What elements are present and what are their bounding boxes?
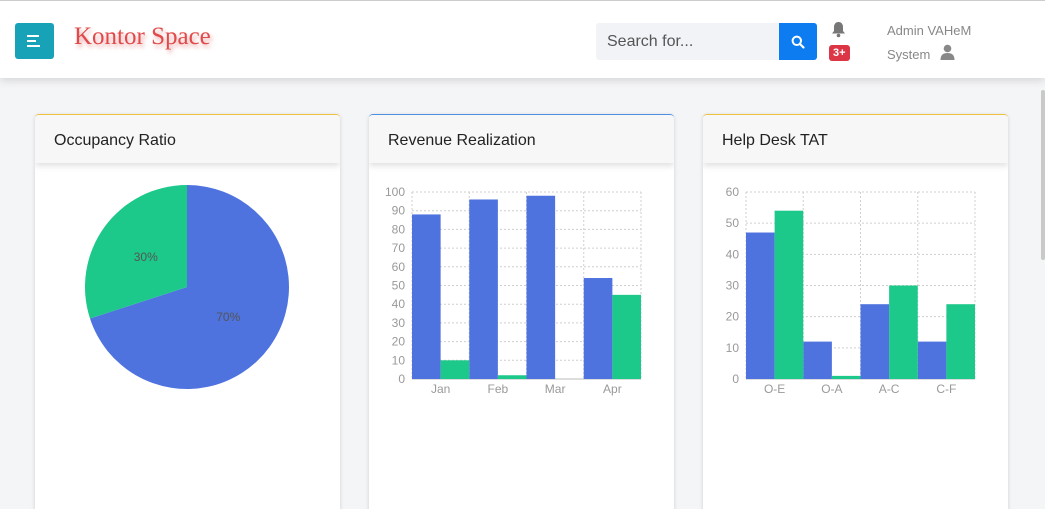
card-header: Help Desk TAT bbox=[703, 115, 1008, 163]
card-title: Revenue Realization bbox=[388, 132, 536, 149]
y-tick-label: 50 bbox=[392, 279, 406, 293]
menu-icon-line bbox=[27, 45, 40, 47]
bar[interactable] bbox=[497, 375, 527, 379]
x-tick-label: O-E bbox=[764, 382, 785, 396]
bar[interactable] bbox=[583, 278, 613, 379]
bell-icon bbox=[832, 22, 845, 38]
bar[interactable] bbox=[612, 294, 641, 379]
y-tick-label: 70 bbox=[392, 241, 406, 255]
y-tick-label: 20 bbox=[392, 335, 406, 349]
sidebar-toggle-button[interactable] bbox=[15, 23, 54, 59]
bar[interactable] bbox=[889, 285, 918, 380]
x-tick-label: Jan bbox=[431, 382, 450, 396]
card-occupancy-ratio: Occupancy Ratio 70% 30% bbox=[35, 114, 340, 509]
card-revenue-realization: Revenue Realization 0 10 20 30 40 50 60 70 80 90 1… bbox=[369, 114, 674, 509]
y-tick-label: 40 bbox=[392, 297, 406, 311]
brand-logo[interactable]: Kontor Space bbox=[74, 23, 211, 51]
x-tick-label: Apr bbox=[603, 382, 622, 396]
y-tick-label: 0 bbox=[732, 372, 739, 386]
y-tick-label: 10 bbox=[392, 353, 406, 367]
search-button[interactable] bbox=[779, 23, 817, 60]
search-group bbox=[596, 23, 817, 60]
card-help-desk-tat: Help Desk TAT 0 10 20 30 40 50 60 O-E O-A A-C C-F bbox=[703, 114, 1008, 509]
user-icon[interactable] bbox=[940, 44, 955, 65]
bar[interactable] bbox=[831, 375, 861, 379]
x-tick-label: Mar bbox=[545, 382, 566, 396]
search-input[interactable] bbox=[596, 23, 779, 60]
y-tick-label: 40 bbox=[726, 247, 740, 261]
pie-slice-label: 70% bbox=[216, 310, 240, 324]
occupancy-pie-chart: 70% 30% bbox=[84, 185, 289, 389]
top-navbar: Kontor Space 3+ Admin VAHeM System bbox=[0, 0, 1045, 78]
y-tick-label: 0 bbox=[398, 372, 405, 386]
x-tick-label: O-A bbox=[821, 382, 842, 396]
y-tick-label: 100 bbox=[385, 185, 405, 199]
user-name[interactable]: Admin VAHeM bbox=[887, 23, 971, 38]
bar[interactable] bbox=[803, 341, 832, 379]
x-tick-label: Feb bbox=[488, 382, 509, 396]
revenue-bar-chart: 0 10 20 30 40 50 60 70 80 90 100 Jan Feb Mar Apr bbox=[385, 185, 642, 396]
y-tick-label: 20 bbox=[726, 310, 740, 324]
bar[interactable] bbox=[946, 304, 975, 379]
x-tick-label: A-C bbox=[879, 382, 900, 396]
y-tick-label: 60 bbox=[726, 185, 740, 199]
bar[interactable] bbox=[440, 360, 470, 379]
menu-icon-line bbox=[27, 40, 36, 42]
bar[interactable] bbox=[412, 214, 441, 379]
bar[interactable] bbox=[774, 210, 804, 379]
card-title: Occupancy Ratio bbox=[54, 132, 176, 149]
card-title: Help Desk TAT bbox=[722, 132, 828, 149]
y-tick-label: 60 bbox=[392, 260, 406, 274]
user-role[interactable]: System bbox=[887, 47, 930, 62]
notification-badge: 3+ bbox=[829, 45, 850, 61]
y-tick-label: 80 bbox=[392, 222, 406, 236]
bar[interactable] bbox=[469, 199, 498, 379]
pie-slice-label: 30% bbox=[134, 250, 158, 264]
page-scrollbar[interactable] bbox=[1041, 90, 1045, 260]
y-tick-label: 30 bbox=[392, 316, 406, 330]
bar[interactable] bbox=[917, 341, 947, 379]
helpdesk-bar-chart: 0 10 20 30 40 50 60 O-E O-A A-C C-F bbox=[726, 185, 976, 396]
bar[interactable] bbox=[746, 232, 775, 379]
x-tick-label: C-F bbox=[936, 382, 956, 396]
bar[interactable] bbox=[526, 195, 556, 379]
bar[interactable] bbox=[860, 304, 890, 379]
y-tick-label: 30 bbox=[726, 279, 740, 293]
card-header: Revenue Realization bbox=[369, 115, 674, 163]
y-tick-label: 10 bbox=[726, 341, 740, 355]
search-icon bbox=[791, 35, 805, 49]
y-tick-label: 90 bbox=[392, 204, 406, 218]
menu-icon bbox=[27, 35, 39, 37]
card-header: Occupancy Ratio bbox=[35, 115, 340, 163]
notifications-button[interactable] bbox=[831, 21, 846, 43]
y-tick-label: 50 bbox=[726, 216, 740, 230]
